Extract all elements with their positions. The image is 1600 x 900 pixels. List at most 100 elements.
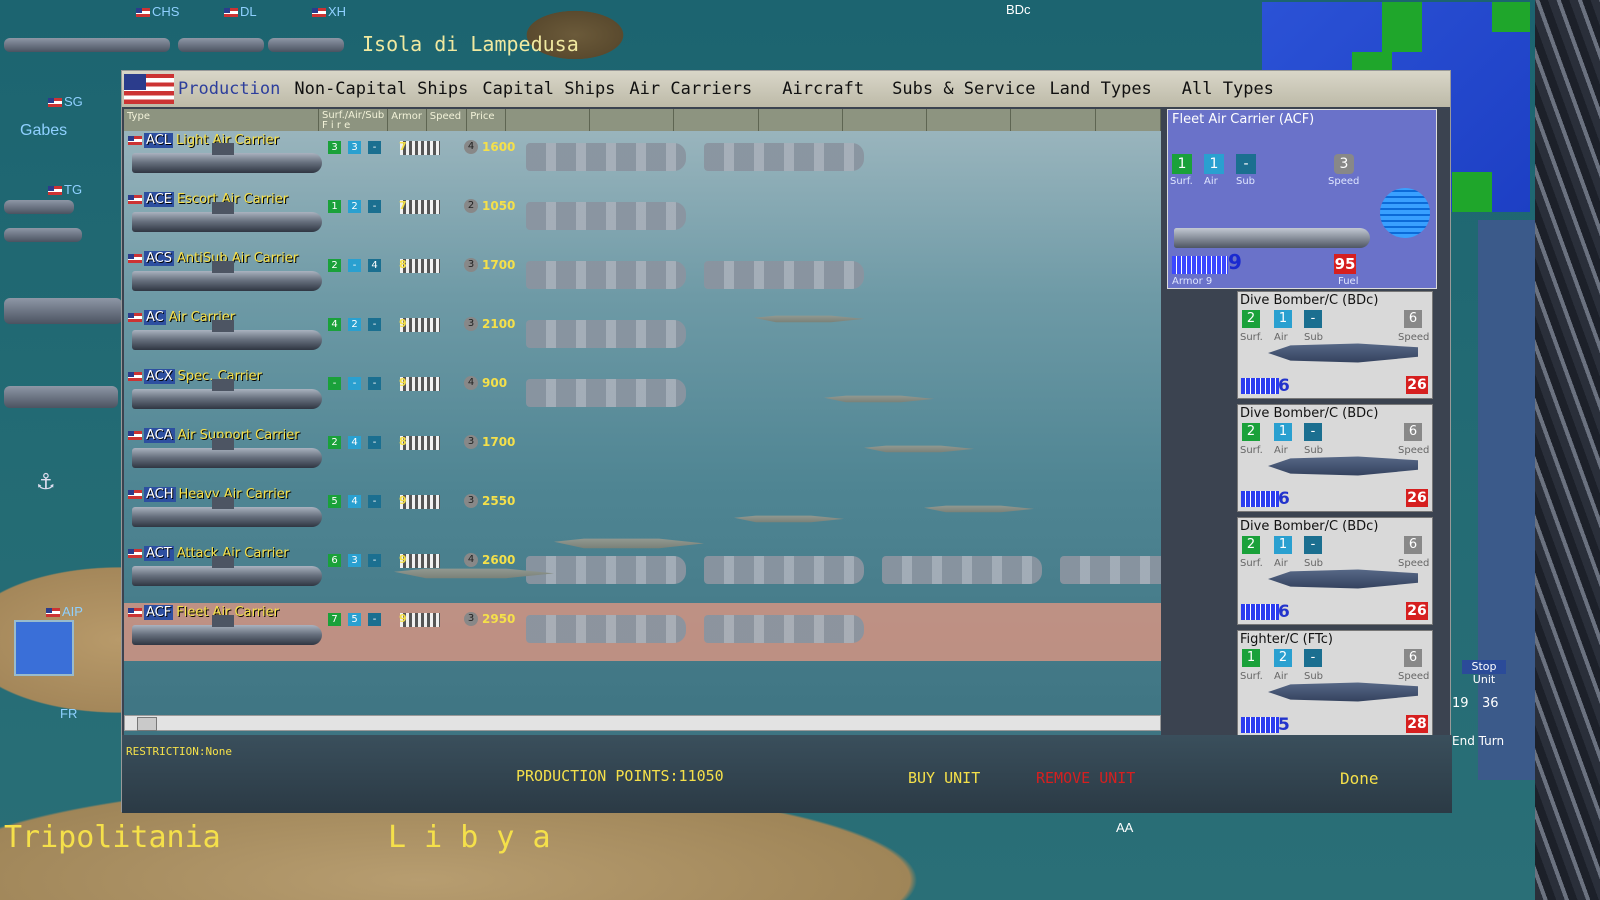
ship-variant[interactable] [526,615,686,643]
card-speed-value: 6 [1404,310,1422,328]
unit-row-acf[interactable]: ACF Fleet Air Carrier 7 5- 9 3 2950 [124,603,1161,661]
detail-air-value: 1 [1204,154,1224,174]
map-ship-unit[interactable] [178,38,264,52]
horizontal-scrollbar[interactable] [124,715,1161,731]
scrollbar-thumb[interactable] [137,717,157,731]
map-ship-unit[interactable] [4,386,118,408]
us-flag-icon [48,98,62,108]
aircraft-image [1268,569,1418,589]
armor-bar [1241,378,1279,394]
card-air-value: 1 [1274,310,1292,328]
ship-variant[interactable] [526,202,686,230]
buy-unit-button[interactable]: BUY UNIT [908,769,980,787]
unit-ship-image [132,556,322,586]
map-ship-unit[interactable] [4,228,82,242]
unit-detail-panel: Fleet Air Carrier (ACF) 1 1 - 3 Surf. Ai… [1167,109,1437,289]
ship-variant[interactable] [526,556,686,584]
ship-variant[interactable] [704,261,864,289]
map-ship-unit[interactable] [4,200,74,214]
ship-variant[interactable] [704,615,864,643]
ship-variant[interactable] [526,261,686,289]
date-day: 19 [1452,696,1469,711]
stop-unit-button[interactable]: Stop Unit [1462,660,1506,686]
card-fuel-value: 28 [1406,715,1428,733]
country-label: L i b y a [388,820,551,855]
tab-air-carriers[interactable]: Air Carriers [629,79,752,99]
aircraft-card[interactable]: Fighter/C (FTc) 1 2- 6 Surf. Air Sub Speed 5 28 [1237,630,1433,738]
unit-code: AC [144,310,166,325]
tab-non-capital-ships[interactable]: Non-Capital Ships [294,79,468,99]
ship-variant[interactable] [1060,556,1161,584]
tab-all-types[interactable]: All Types [1182,79,1274,99]
armor-bar: 9 [399,494,440,509]
aircraft-card[interactable]: Dive Bomber/C (BDc) 2 1- 6 Surf. Air Sub Speed 6… [1237,291,1433,399]
aircraft-card[interactable]: Dive Bomber/C (BDc) 2 1- 6 Surf. Air Sub Speed 6… [1237,517,1433,625]
armor-bar [1241,604,1279,620]
map-unit-xh[interactable]: XH [312,4,346,19]
unit-name: ACT Attack Air Carrier [128,546,289,561]
remove-unit-button[interactable]: REMOVE UNIT [1036,769,1135,787]
map-ship-unit[interactable] [4,38,170,52]
ship-variant[interactable] [704,556,864,584]
unit-row-aca[interactable]: ACA Air Support Carrier 2 4- 8 3 1700 [124,426,1161,484]
us-flag-icon [136,8,150,18]
tab-aircraft[interactable]: Aircraft [782,79,864,99]
unit-row-acx[interactable]: ACX Spec. Carrier - - -9 4 900 [124,367,1161,425]
ship-variant[interactable] [704,143,864,171]
card-sub-value: - [1304,649,1322,667]
tab-subs-service[interactable]: Subs & Service [892,79,1035,99]
air-fire-value: - [348,377,361,390]
map-ship-unit[interactable] [4,298,122,324]
unit-label: Air Support Carrier [177,428,300,443]
unit-ship-image [132,261,322,291]
range-grid-icon [1380,188,1430,238]
card-surf-label: Surf. [1240,445,1263,456]
tab-capital-ships[interactable]: Capital Ships [482,79,615,99]
card-surf-value: 2 [1242,310,1260,328]
ship-variant[interactable] [526,379,686,407]
map-unit-aip[interactable]: AIP [46,604,83,619]
armor-value: 9 [399,553,407,566]
card-title: Dive Bomber/C (BDc) [1240,406,1379,421]
done-button[interactable]: Done [1340,769,1379,788]
map-unit-chs[interactable]: CHS [136,4,179,19]
date-month: 36 [1482,696,1499,711]
ship-variant[interactable] [526,320,686,348]
map-unit-dl[interactable]: DL [224,4,257,19]
unit-row-act[interactable]: ACT Attack Air Carrier 6 3- 9 4 2600 [124,544,1161,602]
detail-surf-value: 1 [1172,154,1192,174]
ship-variant[interactable] [882,556,1042,584]
speed-value: 3 [464,612,478,626]
map-unit-fr[interactable]: FR [60,706,77,721]
map-unit-aa[interactable]: AA [1116,820,1133,835]
surf-fire-value: - [328,377,341,390]
end-turn-button[interactable]: End Turn [1452,734,1504,748]
detail-speed-label: Speed [1328,176,1360,187]
aircraft-card[interactable]: Dive Bomber/C (BDc) 2 1- 6 Surf. Air Sub Speed 6… [1237,404,1433,512]
unit-row-ac[interactable]: AC Air Carrier 4 2-9 3 2100 [124,308,1161,366]
air-fire-value: 2 [348,318,361,331]
card-air-label: Air [1274,671,1288,682]
unit-ship-image [132,202,322,232]
header-armor: Armor [388,109,427,131]
tab-production[interactable]: Production [178,79,280,99]
detail-fuel-value: 95 [1334,254,1356,274]
production-window: Production Non-Capital Ships Capital Shi… [121,70,1452,813]
tab-land-types[interactable]: Land Types [1049,79,1151,99]
map-unit-bdc[interactable]: BDc [1006,2,1031,17]
map-unit-sg[interactable]: SG [48,94,83,109]
unit-row-ace[interactable]: ACE Escort Air Carrier 1 2-7 2 1050 [124,190,1161,248]
surf-fire-value: 2 [328,436,341,449]
armor-value: 7 [399,199,407,212]
ship-variant[interactable] [526,143,686,171]
unit-row-acs[interactable]: ACS AntiSub Air Carrier 2-4 8 3 1700 [124,249,1161,307]
map-unit-tg[interactable]: TG [48,182,82,197]
armor-bar: 9 [399,553,440,568]
sub-fire-value: - [368,141,381,154]
unit-row-acl[interactable]: ACL Light Air Carrier 3 3-7 4 1600 [124,131,1161,189]
unit-row-ach[interactable]: ACH Heavy Air Carrier 5 4- 9 3 2550 [124,485,1161,543]
armor-bar: 9 [399,376,440,391]
map-ship-unit[interactable] [268,38,344,52]
map-air-base-unit[interactable] [14,620,74,676]
card-air-label: Air [1274,558,1288,569]
